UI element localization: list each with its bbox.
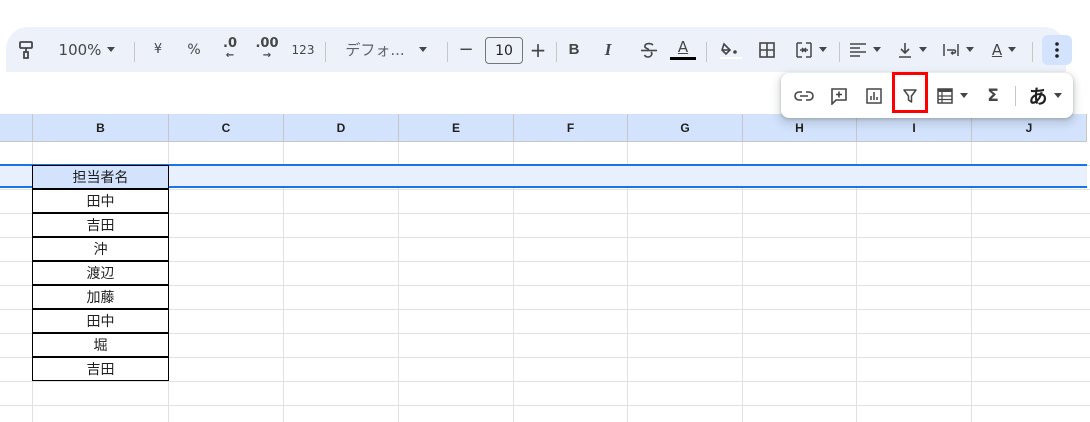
- chevron-down-icon: [107, 47, 116, 52]
- align-left-icon: [850, 42, 866, 57]
- increase-font-size-button[interactable]: +: [527, 27, 549, 72]
- number-format-button[interactable]: 123: [289, 27, 317, 72]
- percent-button[interactable]: %: [183, 27, 205, 72]
- merge-cells-button[interactable]: [791, 27, 831, 72]
- strikethrough-icon[interactable]: [634, 27, 664, 72]
- text-rotation-button[interactable]: A: [983, 27, 1025, 72]
- zoom-value: 100%: [58, 40, 102, 59]
- italic-button[interactable]: I: [598, 27, 618, 72]
- column-header-b[interactable]: B: [33, 114, 169, 142]
- increase-decimal-label: .00: [255, 35, 279, 51]
- table-cell[interactable]: 吉田: [32, 213, 169, 237]
- column-header-j[interactable]: J: [972, 114, 1087, 142]
- filter-views-button[interactable]: [931, 73, 973, 118]
- table-cell[interactable]: 加藤: [32, 285, 169, 309]
- text-color-button[interactable]: A: [669, 27, 697, 72]
- input-tools-label: あ: [1028, 86, 1048, 108]
- bold-button[interactable]: B: [564, 27, 584, 72]
- decrease-decimal-button[interactable]: .0 ←: [215, 27, 245, 72]
- grid-line: [0, 405, 1090, 406]
- font-family-value: デフォ...: [345, 41, 405, 59]
- toolbar-divider: [839, 42, 840, 62]
- chevron-down-icon: [966, 47, 974, 52]
- borders-icon[interactable]: [754, 27, 780, 72]
- align-bottom-icon: [899, 42, 911, 58]
- more-options-button[interactable]: [1042, 35, 1072, 65]
- toolbar-divider: [556, 42, 557, 62]
- toolbar-divider: [447, 42, 448, 62]
- filter-views-icon: [937, 87, 953, 104]
- text-wrap-icon: [943, 43, 959, 56]
- table-cell[interactable]: 渡辺: [32, 261, 169, 285]
- toolbar: 100% ¥ % .0 ← .00 → 123 デフォ... − 10 + B …: [6, 27, 1072, 72]
- chevron-down-icon: [919, 47, 927, 52]
- paint-format-icon[interactable]: [14, 27, 38, 72]
- table-header-cell[interactable]: 担当者名: [32, 165, 169, 189]
- functions-button[interactable]: Σ: [981, 73, 1005, 118]
- column-header-i[interactable]: I: [857, 114, 972, 142]
- text-color-letter: A: [677, 37, 689, 56]
- column-header-f[interactable]: F: [514, 114, 628, 142]
- column-header-d[interactable]: D: [284, 114, 399, 142]
- increase-decimal-button[interactable]: .00 →: [251, 27, 283, 72]
- fill-color-icon[interactable]: [716, 27, 746, 72]
- toolbar-divider: [1015, 86, 1016, 106]
- vertical-align-button[interactable]: [892, 27, 932, 72]
- toolbar-divider: [706, 42, 707, 62]
- toolbar-divider: [134, 42, 135, 62]
- chevron-down-icon: [873, 47, 881, 52]
- column-header-g[interactable]: G: [628, 114, 743, 142]
- arrow-left-icon: ←: [225, 49, 235, 61]
- column-header-c[interactable]: C: [169, 114, 284, 142]
- chevron-down-icon: [819, 47, 827, 52]
- toolbar-divider: [325, 42, 326, 62]
- text-color-swatch: [670, 56, 696, 60]
- insert-chart-icon[interactable]: [861, 73, 887, 118]
- decrease-decimal-label: .0: [223, 35, 237, 51]
- text-wrap-button[interactable]: [938, 27, 978, 72]
- column-header-h[interactable]: H: [743, 114, 857, 142]
- more-vertical-icon: [1055, 42, 1059, 58]
- toolbar-divider: [1032, 42, 1033, 62]
- table-cell[interactable]: 沖: [32, 237, 169, 261]
- merge-cells-icon: [796, 41, 812, 58]
- decrease-font-size-button[interactable]: −: [454, 27, 478, 72]
- row-header-corner: [0, 114, 33, 142]
- insert-link-icon[interactable]: [791, 73, 817, 118]
- insert-comment-icon[interactable]: [826, 73, 852, 118]
- filter-highlight-box: [892, 72, 928, 113]
- horizontal-align-button[interactable]: [846, 27, 884, 72]
- table-cell[interactable]: 吉田: [32, 357, 169, 381]
- chevron-down-icon: [1008, 47, 1017, 52]
- table-cell[interactable]: 田中: [32, 309, 169, 333]
- grid-line: [0, 381, 1090, 382]
- arrow-right-icon: →: [262, 49, 272, 61]
- currency-button[interactable]: ¥: [147, 27, 169, 72]
- chevron-down-icon: [960, 93, 968, 98]
- font-family-select[interactable]: デフォ...: [336, 27, 436, 72]
- chevron-down-icon: [1053, 93, 1062, 98]
- zoom-select[interactable]: 100%: [50, 27, 124, 72]
- input-tools-button[interactable]: あ: [1023, 73, 1067, 118]
- chevron-down-icon: [418, 47, 427, 52]
- column-header-e[interactable]: E: [399, 114, 514, 142]
- table-cell[interactable]: 堀: [32, 333, 169, 357]
- font-size-input[interactable]: 10: [485, 37, 523, 64]
- text-rotation-icon: A: [991, 40, 1003, 59]
- table-cell[interactable]: 田中: [32, 189, 169, 213]
